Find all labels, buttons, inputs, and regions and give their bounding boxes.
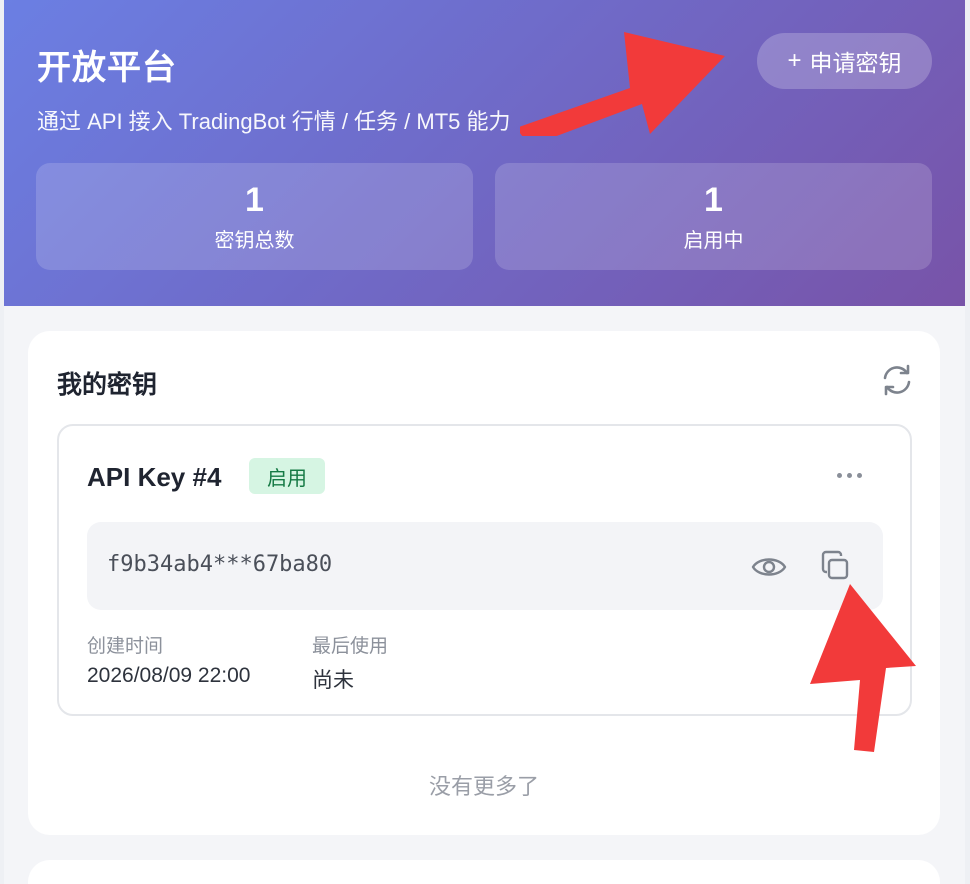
next-card: [28, 860, 940, 884]
page: 开放平台 通过 API 接入 TradingBot 行情 / 任务 / MT5 …: [4, 0, 965, 884]
more-options-icon[interactable]: [829, 460, 869, 490]
stat-total-keys-value: 1: [245, 181, 264, 219]
plus-icon: +: [787, 47, 802, 74]
stat-enabled-keys-label: 启用中: [683, 230, 744, 252]
eye-icon[interactable]: [751, 550, 787, 584]
copy-icon[interactable]: [817, 548, 853, 584]
stat-enabled-keys-value: 1: [704, 181, 723, 219]
key-value-box: f9b34ab4***67ba80: [87, 522, 883, 610]
apply-key-label: 申请密钥: [809, 50, 902, 76]
hero-header: 开放平台 通过 API 接入 TradingBot 行情 / 任务 / MT5 …: [4, 0, 965, 306]
apply-key-button[interactable]: + 申请密钥: [757, 33, 932, 89]
page-title: 开放平台: [37, 49, 177, 87]
key-item: API Key #4 启用 f9b34ab4***67ba80 创建时间 202…: [57, 424, 912, 716]
my-keys-card: 我的密钥 API Key #4 启用 f9b34ab4***67ba80 创建时…: [28, 331, 940, 835]
my-keys-title: 我的密钥: [57, 371, 158, 399]
refresh-icon[interactable]: [879, 362, 915, 398]
stat-total-keys: 1 密钥总数: [36, 163, 473, 270]
created-time-value: 2026/08/09 22:00: [87, 664, 251, 687]
last-used-label: 最后使用: [312, 636, 389, 657]
created-time-label: 创建时间: [87, 636, 164, 657]
no-more-text: 没有更多了: [428, 774, 539, 799]
stat-total-keys-label: 密钥总数: [214, 230, 295, 252]
status-badge: 启用: [249, 458, 325, 494]
key-name: API Key #4: [87, 462, 222, 492]
page-subtitle: 通过 API 接入 TradingBot 行情 / 任务 / MT5 能力: [37, 109, 511, 134]
last-used-value: 尚未: [312, 669, 354, 692]
masked-key-value: f9b34ab4***67ba80: [107, 552, 333, 577]
stat-enabled-keys: 1 启用中: [495, 163, 932, 270]
